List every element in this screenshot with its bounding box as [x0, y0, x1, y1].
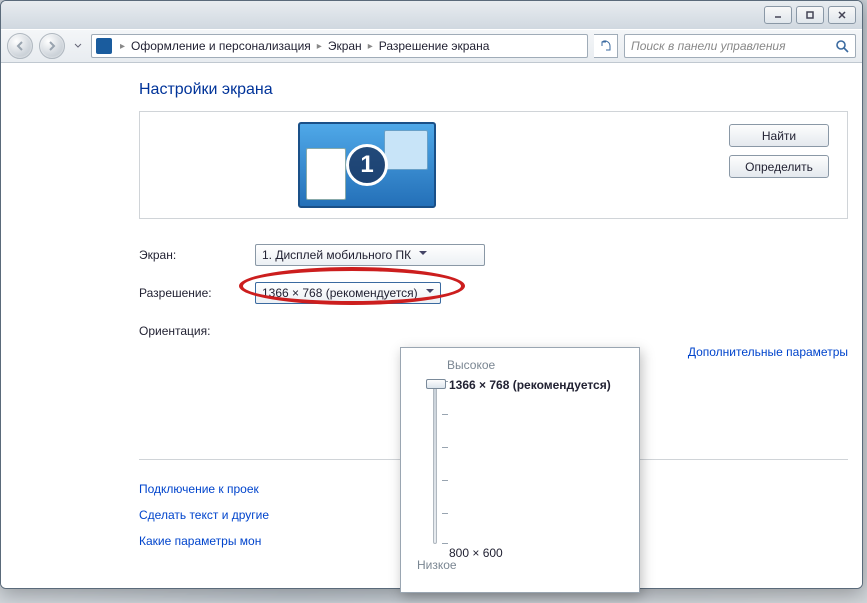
monitor-number: 1 — [346, 144, 388, 186]
back-button[interactable] — [7, 33, 33, 59]
minimize-button[interactable] — [764, 6, 792, 24]
advanced-settings-link[interactable]: Дополнительные параметры — [688, 345, 848, 359]
resolution-slider-popup: Высокое 1366 × 768 (рекомендуется) 800 ×… — [400, 347, 640, 593]
detect-button[interactable]: Определить — [729, 155, 829, 178]
breadcrumb-level2[interactable]: Экран — [328, 39, 362, 53]
forward-button[interactable] — [39, 33, 65, 59]
address-bar[interactable]: ▸ Оформление и персонализация ▸ Экран ▸ … — [91, 34, 588, 58]
orientation-label: Ориентация: — [139, 324, 255, 338]
min-resolution-label: 800 × 600 — [449, 546, 503, 560]
chevron-down-icon — [426, 289, 434, 297]
history-dropdown[interactable] — [71, 33, 85, 59]
breadcrumb-level1[interactable]: Оформление и персонализация — [131, 39, 311, 53]
text-size-link[interactable]: Сделать текст и другие — [139, 502, 269, 528]
resolution-slider-track[interactable] — [433, 380, 437, 544]
search-icon — [835, 39, 849, 53]
monitor-icon — [96, 38, 112, 54]
which-params-link[interactable]: Какие параметры мон — [139, 528, 261, 554]
projector-link[interactable]: Подключение к проек — [139, 476, 259, 502]
screen-label: Экран: — [139, 248, 255, 262]
page-title: Настройки экрана — [139, 81, 848, 99]
resolution-label: Разрешение: — [139, 286, 255, 300]
refresh-button[interactable] — [594, 34, 618, 58]
search-input[interactable]: Поиск в панели управления — [624, 34, 856, 58]
close-button[interactable] — [828, 6, 856, 24]
breadcrumb-level3[interactable]: Разрешение экрана — [379, 39, 490, 53]
find-button[interactable]: Найти — [729, 124, 829, 147]
resolution-dropdown[interactable]: 1366 × 768 (рекомендуется) — [255, 282, 441, 304]
navbar: ▸ Оформление и персонализация ▸ Экран ▸ … — [1, 29, 862, 63]
monitor-thumbnail[interactable]: 1 — [298, 122, 436, 208]
slider-high-label: Высокое — [447, 358, 627, 372]
monitor-preview-panel: 1 Найти Определить — [139, 111, 848, 219]
chevron-down-icon — [419, 251, 427, 259]
maximize-button[interactable] — [796, 6, 824, 24]
resolution-slider-thumb[interactable] — [426, 379, 446, 389]
display-dropdown[interactable]: 1. Дисплей мобильного ПК — [255, 244, 485, 266]
search-placeholder: Поиск в панели управления — [631, 39, 786, 53]
current-resolution-label: 1366 × 768 (рекомендуется) — [449, 378, 611, 392]
titlebar — [1, 1, 862, 29]
slider-low-label: Низкое — [417, 558, 627, 572]
